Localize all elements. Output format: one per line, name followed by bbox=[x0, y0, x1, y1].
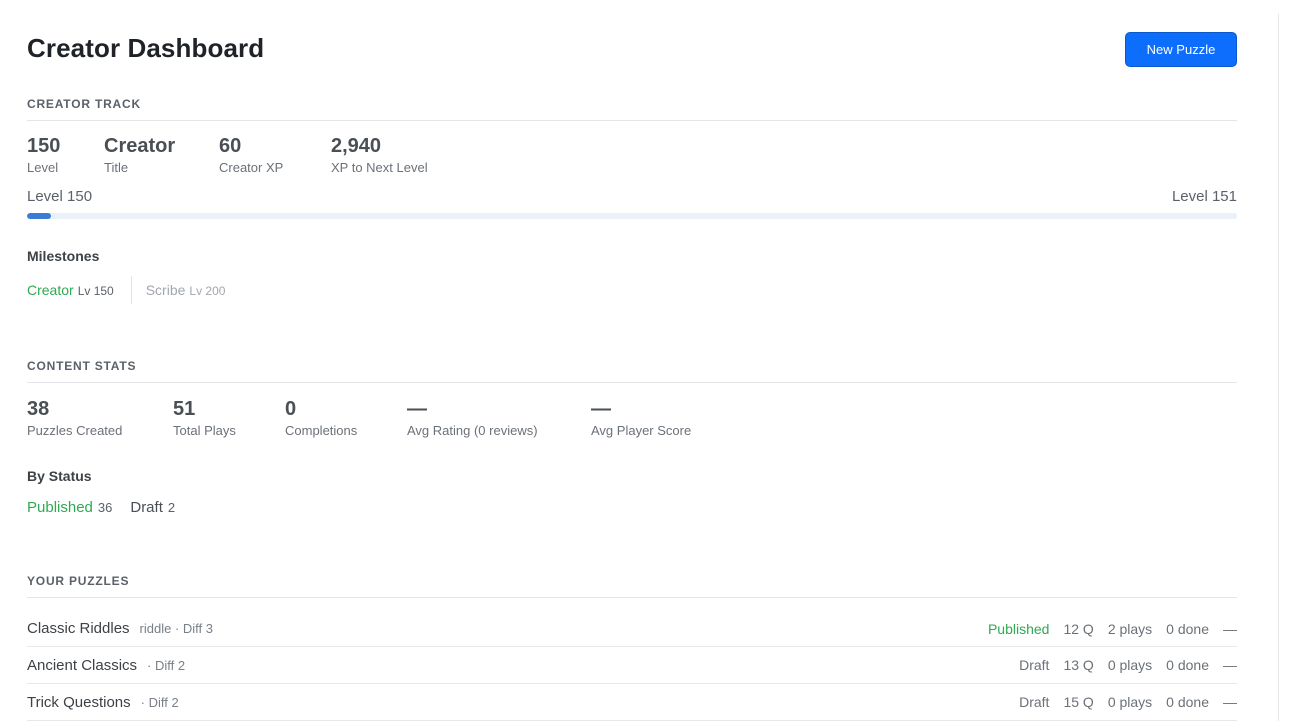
stat-label: XP to Next Level bbox=[331, 160, 428, 175]
milestone-level: Lv 150 bbox=[77, 284, 114, 298]
stat-value: 0 bbox=[285, 398, 297, 420]
milestone-name: Creator bbox=[27, 282, 74, 298]
stat-title: Creator Title bbox=[104, 134, 219, 177]
puzzle-rating: — bbox=[1223, 657, 1237, 673]
milestones-list: Creator Lv 150 Scribe Lv 200 bbox=[27, 276, 225, 304]
content-stats-heading: CONTENT STATS bbox=[27, 359, 1237, 383]
stat-value: 2,940 bbox=[331, 135, 382, 157]
puzzle-questions: 15 Q bbox=[1063, 694, 1094, 710]
puzzle-meta: · Diff 2 bbox=[140, 694, 179, 710]
level-progress-bar bbox=[27, 213, 1237, 219]
status-count: 2 bbox=[167, 500, 176, 515]
status-breakdown: Published 36 Draft 2 bbox=[27, 499, 193, 516]
next-level-label: Level 151 bbox=[1171, 188, 1237, 205]
puzzle-done: 0 done bbox=[1166, 620, 1209, 637]
puzzle-questions: 13 Q bbox=[1063, 657, 1094, 673]
status-name: Published bbox=[27, 499, 93, 516]
puzzle-name[interactable]: Classic Riddles bbox=[27, 620, 130, 637]
stat-label: Puzzles Created bbox=[27, 423, 123, 438]
puzzle-meta: riddle · Diff 3 bbox=[139, 621, 214, 636]
stat-value: 51 bbox=[173, 398, 196, 420]
puzzle-questions: 12 Q bbox=[1063, 620, 1094, 637]
milestones-heading: Milestones bbox=[27, 248, 100, 264]
stat-label: Level bbox=[27, 160, 59, 175]
stat-label: Title bbox=[104, 160, 129, 175]
stat-xp-to-next: 2,940 XP to Next Level bbox=[331, 134, 428, 177]
stat-value: 60 bbox=[219, 135, 242, 157]
puzzle-name[interactable]: Ancient Classics bbox=[27, 657, 137, 674]
status-count: 36 bbox=[97, 500, 113, 515]
milestone-scribe: Scribe Lv 200 bbox=[146, 282, 226, 298]
status-draft: Draft 2 bbox=[130, 499, 175, 516]
stat-label: Total Plays bbox=[173, 423, 236, 438]
stat-creator-xp: 60 Creator XP bbox=[219, 134, 331, 177]
puzzle-row[interactable]: Ancient Classics · Diff 2 Draft 13 Q 0 p… bbox=[27, 647, 1237, 684]
puzzle-status: Draft bbox=[1019, 694, 1050, 710]
content-stats: 38 Puzzles Created 51 Total Plays 0 Comp… bbox=[27, 397, 691, 440]
page-title: Creator Dashboard bbox=[27, 33, 265, 63]
stat-label: Avg Player Score bbox=[591, 423, 692, 438]
puzzle-done: 0 done bbox=[1166, 694, 1209, 710]
your-puzzles-heading: YOUR PUZZLES bbox=[27, 574, 1237, 598]
stat-puzzles-created: 38 Puzzles Created bbox=[27, 397, 173, 440]
status-published: Published 36 bbox=[27, 499, 112, 516]
stat-avg-rating: — Avg Rating (0 reviews) bbox=[407, 397, 591, 440]
milestone-divider bbox=[130, 276, 132, 304]
puzzle-rating: — bbox=[1223, 694, 1237, 710]
stat-value: 38 bbox=[27, 398, 50, 420]
puzzle-name[interactable]: Trick Questions bbox=[27, 694, 131, 711]
puzzle-list: Classic Riddles riddle · Diff 3 Publishe… bbox=[27, 611, 1237, 721]
puzzle-done: 0 done bbox=[1166, 657, 1209, 673]
by-status-heading: By Status bbox=[27, 468, 92, 484]
stat-value: Creator bbox=[104, 135, 176, 157]
milestone-name: Scribe bbox=[145, 282, 186, 298]
puzzle-plays: 2 plays bbox=[1107, 620, 1153, 637]
page-right-border bbox=[1278, 14, 1279, 721]
stat-total-plays: 51 Total Plays bbox=[173, 397, 285, 440]
puzzle-row-stats: Published 12 Q 2 plays 0 done — bbox=[974, 621, 1237, 637]
milestone-level: Lv 200 bbox=[189, 284, 226, 298]
puzzle-plays: 0 plays bbox=[1107, 694, 1153, 710]
puzzle-row-stats: Draft 13 Q 0 plays 0 done — bbox=[1005, 657, 1237, 673]
stat-value: — bbox=[407, 398, 427, 420]
stat-label: Completions bbox=[285, 423, 358, 438]
stat-completions: 0 Completions bbox=[285, 397, 407, 440]
puzzle-row-stats: Draft 15 Q 0 plays 0 done — bbox=[1005, 694, 1237, 710]
creator-track-stats: 150 Level Creator Title 60 Creator XP 2,… bbox=[27, 134, 428, 177]
stat-level: 150 Level bbox=[27, 134, 104, 177]
stat-value: 150 bbox=[27, 135, 61, 157]
milestone-creator: Creator Lv 150 bbox=[27, 282, 114, 298]
puzzle-row[interactable]: Classic Riddles riddle · Diff 3 Publishe… bbox=[27, 611, 1237, 647]
creator-track-heading: CREATOR TRACK bbox=[27, 97, 1237, 121]
current-level-label: Level 150 bbox=[27, 188, 93, 205]
status-name: Draft bbox=[130, 499, 163, 516]
stat-avg-player-score: — Avg Player Score bbox=[591, 397, 691, 440]
puzzle-row[interactable]: Trick Questions · Diff 2 Draft 15 Q 0 pl… bbox=[27, 684, 1237, 721]
puzzle-status: Draft bbox=[1019, 657, 1050, 673]
stat-label: Creator XP bbox=[219, 160, 284, 175]
puzzle-meta: · Diff 2 bbox=[147, 657, 186, 673]
level-progress-fill bbox=[27, 213, 52, 219]
new-puzzle-button[interactable]: New Puzzle bbox=[1125, 32, 1237, 67]
stat-value: — bbox=[591, 398, 611, 420]
puzzle-status: Published bbox=[987, 620, 1050, 637]
puzzle-plays: 0 plays bbox=[1107, 657, 1153, 673]
stat-label: Avg Rating (0 reviews) bbox=[407, 423, 538, 438]
puzzle-rating: — bbox=[1223, 620, 1237, 637]
